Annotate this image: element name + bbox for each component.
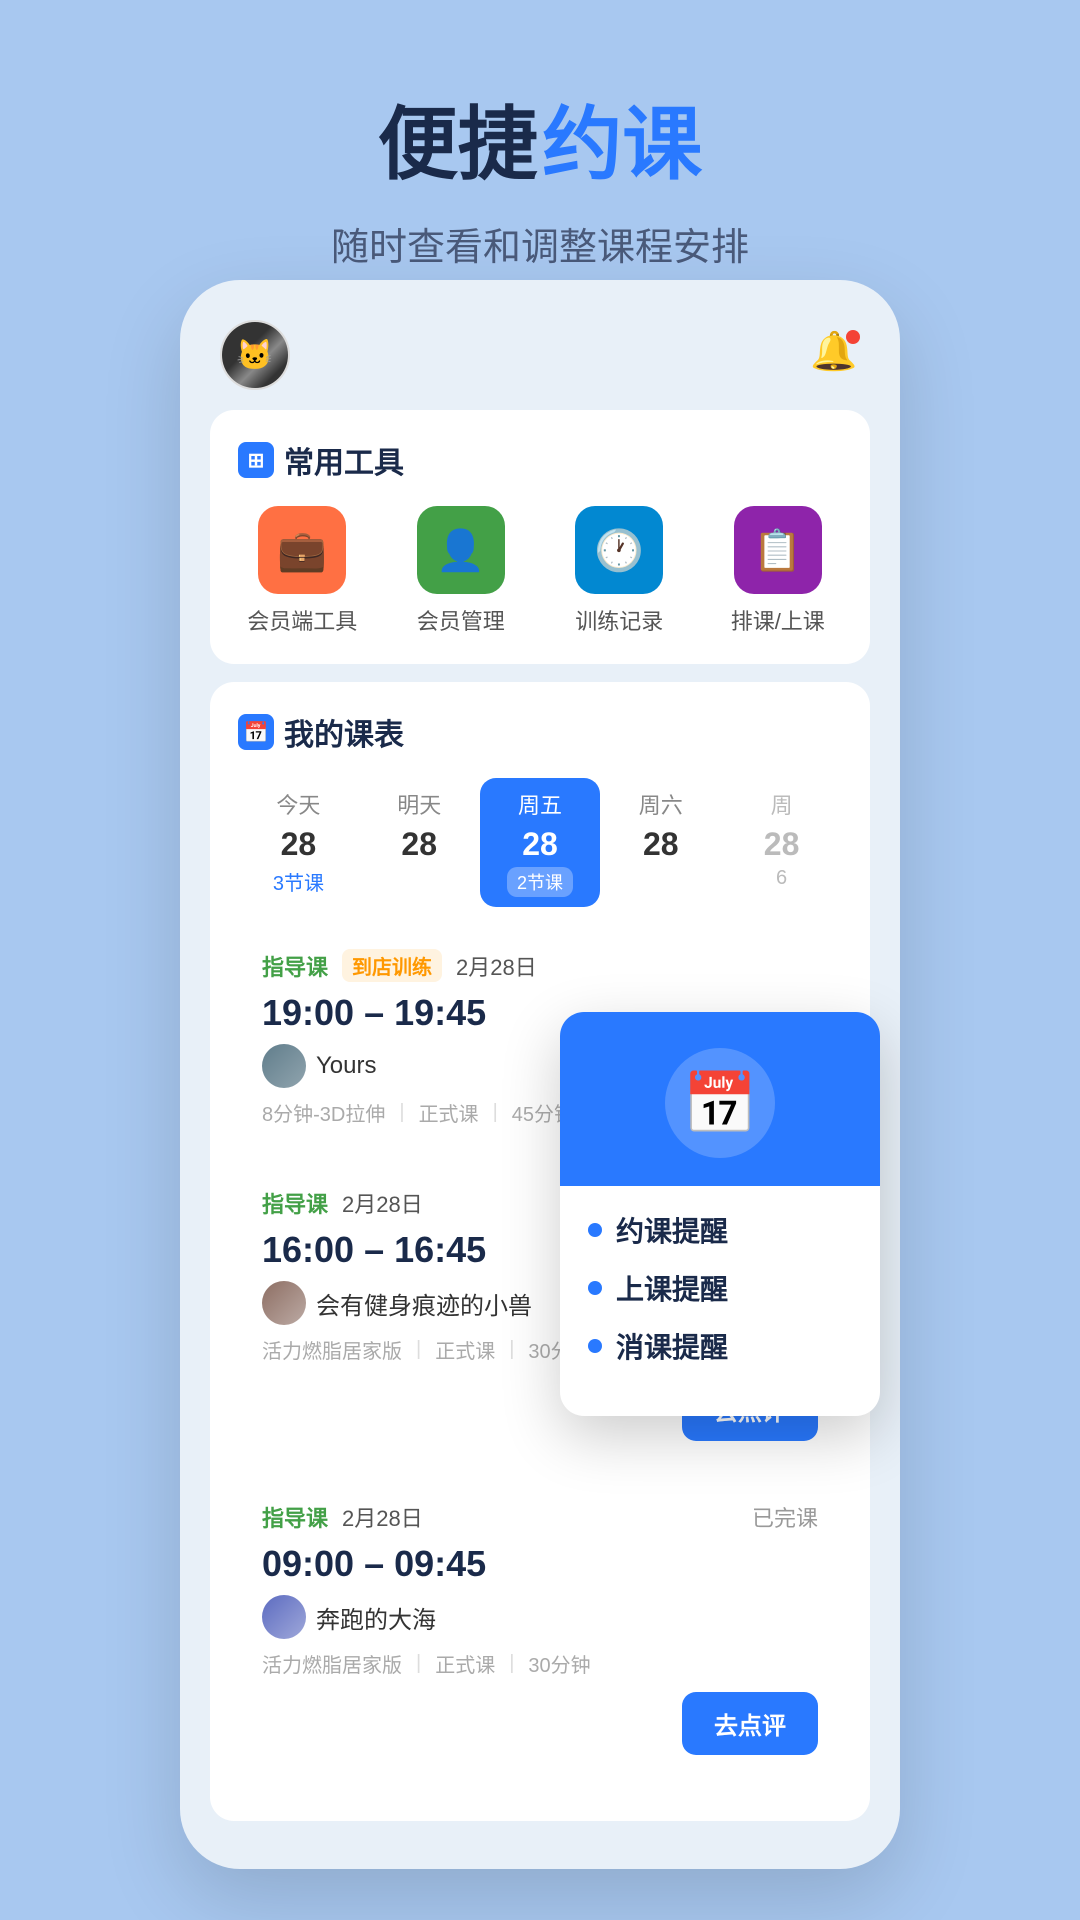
- detail2-0: 正式课: [419, 1098, 479, 1127]
- detail1-1: 活力燃脂居家版: [262, 1335, 402, 1364]
- tools-section-title: ⊞ 常用工具: [238, 438, 842, 482]
- schedule-icon: 📅: [238, 714, 274, 750]
- detail2-1: 正式课: [435, 1335, 495, 1364]
- phone-mock: 🐱 🔔 ⊞ 常用工具 💼 会员端工具 👤 会员管理 🕐 训练记录: [180, 280, 900, 1869]
- tool-item-1[interactable]: 👤 会员管理: [397, 506, 526, 636]
- day-lessons-4: 6: [776, 867, 787, 890]
- day-friday[interactable]: 周五 28 2节课: [480, 778, 601, 907]
- day-num-2: 28: [522, 826, 558, 863]
- trainer-avatar-2: [262, 1595, 306, 1639]
- day-tomorrow[interactable]: 明天 28: [359, 778, 480, 907]
- day-name-4: 周: [771, 788, 793, 820]
- popup-dot-1: [588, 1281, 602, 1295]
- tool-item-2[interactable]: 🕐 训练记录: [555, 506, 684, 636]
- header-section: 便捷 约课 随时查看和调整课程安排: [0, 0, 1080, 271]
- day-lessons-0: 3节课: [273, 867, 324, 896]
- schedule-card: 📅 我的课表 今天 28 3节课 明天 28 周五 28 2节课 周六 28: [210, 682, 870, 1821]
- day-today[interactable]: 今天 28 3节课: [238, 778, 359, 907]
- day-name-3: 周六: [639, 788, 683, 820]
- lesson-date-0: 2月28日: [456, 950, 537, 982]
- lesson-date-2: 2月28日: [342, 1501, 423, 1533]
- notification-badge: [846, 330, 860, 344]
- tool-icon-schedule: 📋: [734, 506, 822, 594]
- tool-label-1: 会员管理: [417, 604, 505, 636]
- popup-item-0: 约课提醒: [588, 1210, 852, 1250]
- review-button-2[interactable]: 去点评: [682, 1692, 818, 1755]
- lesson-header-0: 指导课 到店训练 2月28日: [262, 949, 818, 982]
- lesson-footer-2: 去点评: [262, 1692, 818, 1755]
- detail3-2: 30分钟: [528, 1649, 590, 1678]
- lesson-trainer-2: 奔跑的大海: [262, 1595, 818, 1639]
- tools-grid: 💼 会员端工具 👤 会员管理 🕐 训练记录 📋 排课/上课: [238, 506, 842, 636]
- popup-item-2: 消课提醒: [588, 1326, 852, 1366]
- popup-item-1: 上课提醒: [588, 1268, 852, 1308]
- day-name-1: 明天: [397, 788, 441, 820]
- day-num-1: 28: [401, 826, 437, 863]
- lesson-details-2: 活力燃脂居家版 | 正式课 | 30分钟: [262, 1649, 818, 1678]
- trainer-name-0: Yours: [316, 1052, 377, 1080]
- weekdays-row: 今天 28 3节课 明天 28 周五 28 2节课 周六 28 周 28: [238, 778, 842, 907]
- tools-section-icon: ⊞: [238, 442, 274, 478]
- popup-dot-0: [588, 1223, 602, 1237]
- notification-bell[interactable]: 🔔: [810, 330, 860, 380]
- avatar[interactable]: 🐱: [220, 320, 290, 390]
- header-title-blue: 约课: [542, 100, 702, 189]
- tool-icon-member-manage: 👤: [417, 506, 505, 594]
- tool-label-2: 训练记录: [575, 604, 663, 636]
- lesson-tag-0: 到店训练: [342, 949, 442, 982]
- tool-icon-member-client: 💼: [258, 506, 346, 594]
- tool-item-3[interactable]: 📋 排课/上课: [714, 506, 843, 636]
- schedule-title-text: 我的课表: [284, 710, 404, 754]
- day-saturday[interactable]: 周六 28: [600, 778, 721, 907]
- day-num-4: 28: [764, 826, 800, 863]
- avatar-image: 🐱: [222, 322, 288, 388]
- popup-body: 约课提醒 上课提醒 消课提醒: [560, 1186, 880, 1416]
- tools-title-text: 常用工具: [284, 438, 404, 482]
- header-subtitle: 随时查看和调整课程安排: [0, 216, 1080, 271]
- lesson-date-1: 2月28日: [342, 1187, 423, 1219]
- popup-header: 📅: [560, 1012, 880, 1186]
- lesson-completed-2: 已完课: [752, 1501, 818, 1533]
- header-title-black: 便捷: [378, 100, 538, 189]
- popup-text-2: 消课提醒: [616, 1326, 728, 1366]
- popup-icon-circle: 📅: [665, 1048, 775, 1158]
- popup-dot-2: [588, 1339, 602, 1353]
- schedule-section-title: 📅 我的课表: [238, 710, 842, 754]
- day-num-3: 28: [643, 826, 679, 863]
- trainer-avatar-0: [262, 1044, 306, 1088]
- lesson-type-2: 指导课: [262, 1501, 328, 1533]
- lesson-header-2: 指导课 2月28日 已完课: [262, 1501, 818, 1533]
- day-name-0: 今天: [276, 788, 320, 820]
- popup-card: 📅 约课提醒 上课提醒 消课提醒: [560, 1012, 880, 1416]
- tool-item-0[interactable]: 💼 会员端工具: [238, 506, 367, 636]
- tool-icon-training-record: 🕐: [575, 506, 663, 594]
- trainer-name-1: 会有健身痕迹的小兽: [316, 1286, 532, 1321]
- popup-text-1: 上课提醒: [616, 1268, 728, 1308]
- detail2-2: 正式课: [435, 1649, 495, 1678]
- lesson-type-1: 指导课: [262, 1187, 328, 1219]
- lesson-card-2: 指导课 2月28日 已完课 09:00 – 09:45 奔跑的大海 活力燃脂居家…: [238, 1479, 842, 1777]
- day-num-0: 28: [281, 826, 317, 863]
- day-name-2: 周五: [518, 788, 562, 820]
- lesson-time-2: 09:00 – 09:45: [262, 1543, 818, 1585]
- day-lessons-2: 2节课: [507, 867, 573, 897]
- tool-label-0: 会员端工具: [247, 604, 357, 636]
- lesson-type-0: 指导课: [262, 950, 328, 982]
- detail1-0: 8分钟-3D拉伸: [262, 1098, 385, 1127]
- trainer-avatar-1: [262, 1281, 306, 1325]
- day-extra[interactable]: 周 28 6: [721, 778, 842, 907]
- popup-text-0: 约课提醒: [616, 1210, 728, 1250]
- popup-calendar-icon: 📅: [683, 1068, 758, 1139]
- detail1-2: 活力燃脂居家版: [262, 1649, 402, 1678]
- tools-card: ⊞ 常用工具 💼 会员端工具 👤 会员管理 🕐 训练记录 📋 排课/上课: [210, 410, 870, 664]
- trainer-name-2: 奔跑的大海: [316, 1600, 436, 1635]
- phone-topbar: 🐱 🔔: [210, 310, 870, 410]
- tool-label-3: 排课/上课: [731, 604, 825, 636]
